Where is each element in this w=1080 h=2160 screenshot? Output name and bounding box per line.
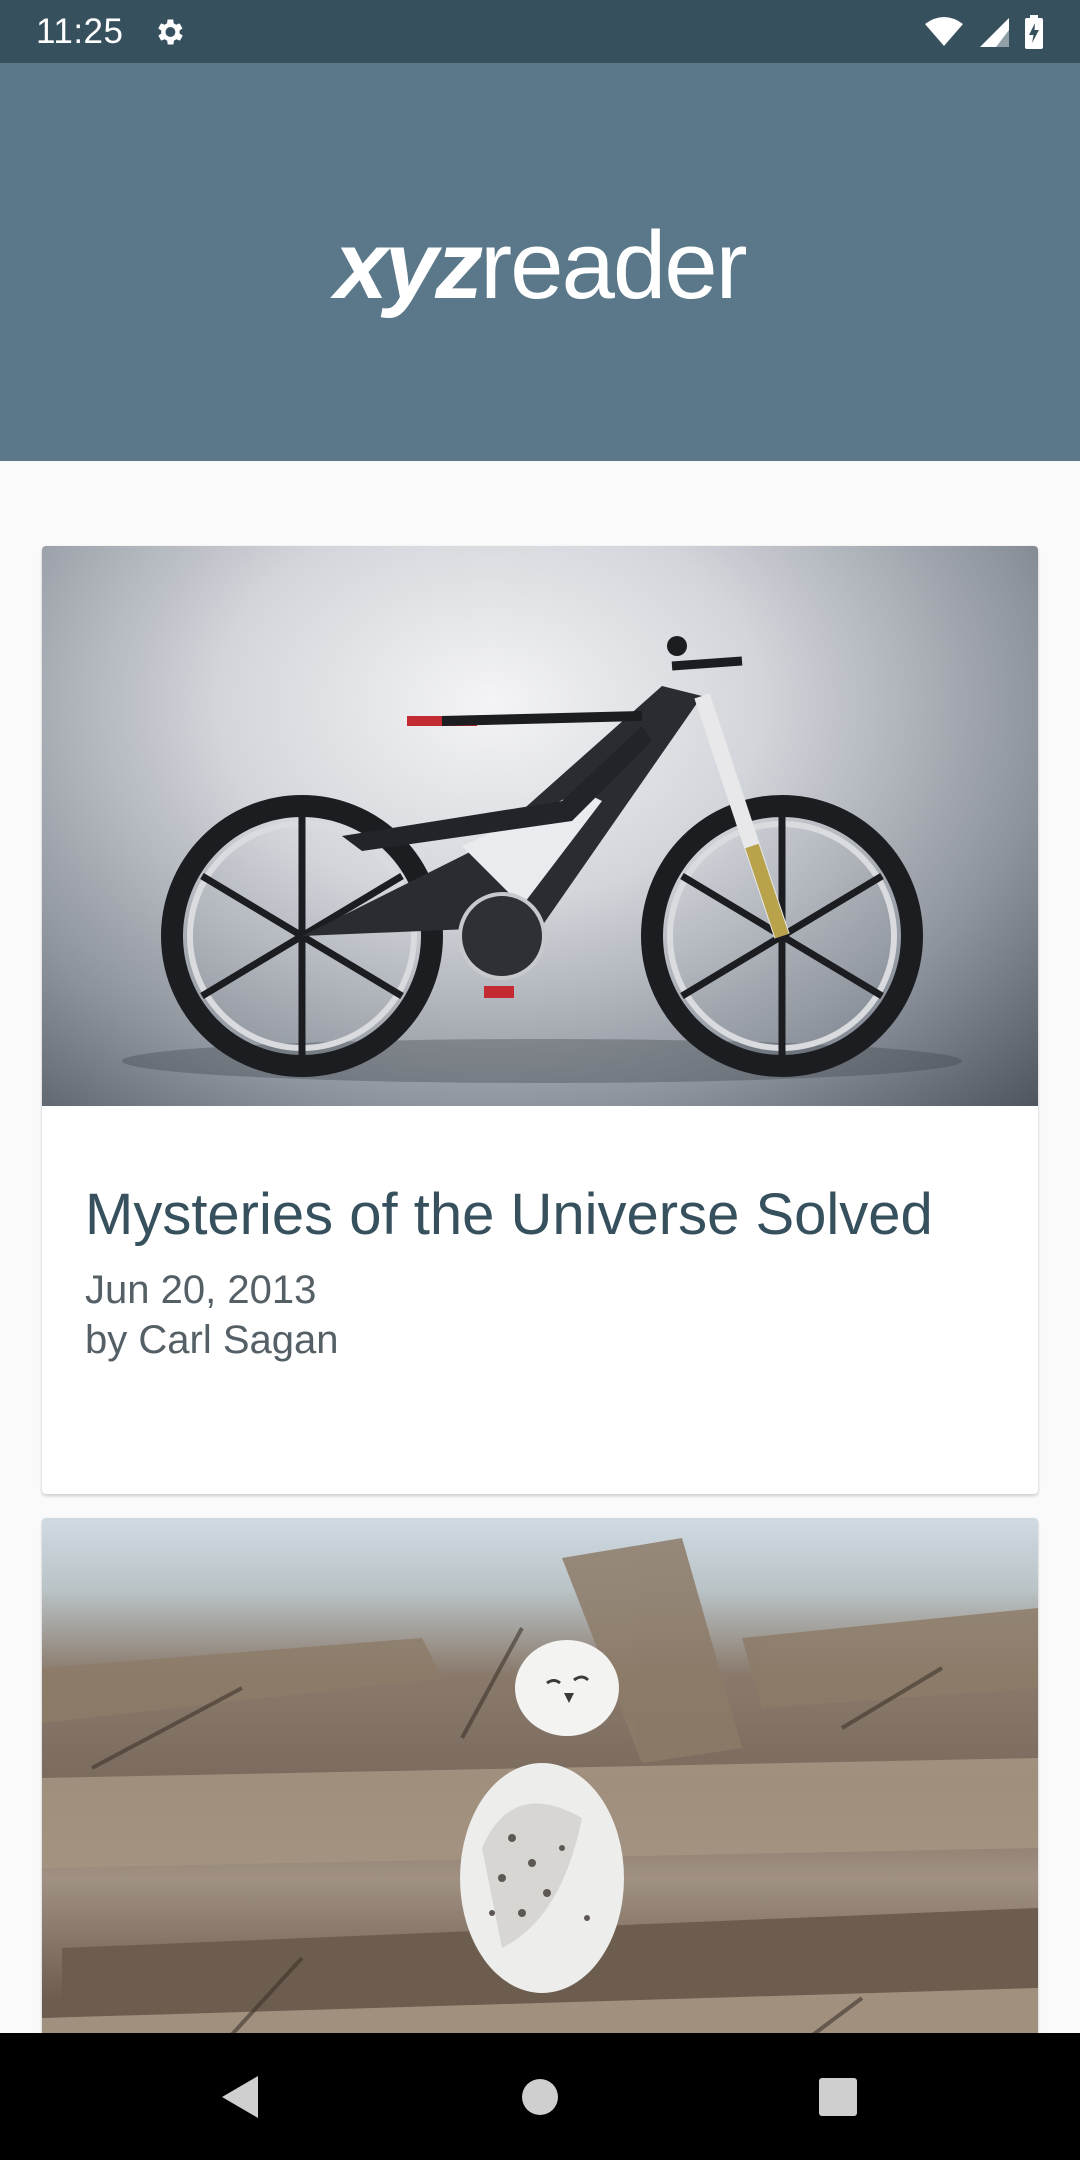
status-right [924, 14, 1044, 49]
battery-charging-icon [1024, 14, 1044, 49]
navigation-bar [0, 2033, 1080, 2160]
article-list[interactable]: Mysteries of the Universe Solved Jun 20,… [0, 461, 1080, 2033]
signal-icon [978, 16, 1010, 48]
article-card[interactable]: Mysteries of the Universe Solved Jun 20,… [42, 546, 1038, 1494]
logo-bold-text: xyz [334, 212, 483, 319]
home-icon[interactable] [470, 2033, 610, 2160]
snowy-owl-photo [42, 1518, 1038, 2033]
status-left: 11:25 [36, 12, 186, 52]
article-date: Jun 20, 2013 [85, 1268, 317, 1312]
recents-icon[interactable] [768, 2033, 908, 2160]
back-icon[interactable] [170, 2033, 310, 2160]
logo-light-text: reader [480, 212, 747, 319]
article-title: Mysteries of the Universe Solved [85, 1182, 933, 1247]
app-header: xyz reader [0, 63, 1080, 461]
wifi-icon [924, 16, 964, 48]
status-time: 11:25 [36, 11, 124, 51]
app-logo: xyz reader [334, 211, 747, 321]
article-card-body: Mysteries of the Universe Solved Jun 20,… [42, 1106, 1038, 1365]
article-card[interactable] [42, 1518, 1038, 2033]
electric-bike-photo [42, 546, 1038, 1106]
article-author: by Carl Sagan [85, 1318, 339, 1362]
gear-icon [152, 15, 186, 49]
status-bar: 11:25 [0, 0, 1080, 63]
